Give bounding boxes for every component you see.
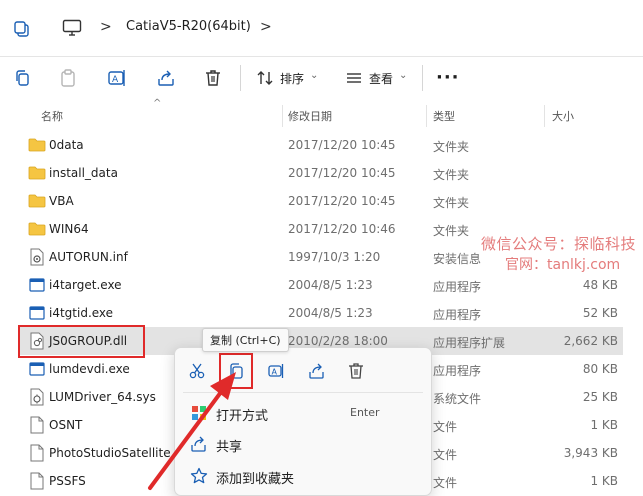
file-size: 25 KB [582,390,618,404]
file-type: 应用程序 [433,364,482,378]
column-divider[interactable] [282,105,283,127]
view-icon[interactable] [344,68,364,88]
column-divider[interactable] [544,105,545,127]
blank-file-icon [28,444,46,462]
share-icon[interactable] [308,362,326,380]
address-bar: > CatiaV5-R20(64bit) > [0,0,643,57]
file-name: i4target.exe [49,278,122,292]
view-caret-icon: ⌄ [399,70,408,81]
file-size: 3,943 KB [563,446,618,460]
column-name[interactable]: 名称 [41,108,63,124]
file-size: 2,662 KB [563,334,618,348]
file-name: 0data [49,138,84,152]
open-with-shortcut: Enter [350,406,380,419]
file-type: 应用程序扩展 [433,336,506,350]
sys-file-icon [28,388,46,406]
file-date: 1997/10/3 1:20 [288,250,381,264]
file-type: 文件 [433,448,458,462]
table-row[interactable]: 0data 2017/12/20 10:45 文件夹 [0,131,643,159]
file-name: lumdevdi.exe [49,362,130,376]
file-name: AUTORUN.inf [49,250,128,264]
share-icon[interactable] [156,68,176,88]
file-type: 应用程序 [433,308,482,322]
rename-icon[interactable]: A [267,362,285,380]
folder-icon [28,136,46,154]
folder-icon [28,192,46,210]
annotation-arrow [148,372,236,490]
file-name: OSNT [49,418,83,432]
column-header: ^ 名称 修改日期 类型 大小 [0,98,643,129]
breadcrumb-current-folder[interactable]: CatiaV5-R20(64bit) [126,19,251,34]
file-type: 文件夹 [433,168,470,182]
svg-text:A: A [112,75,119,85]
column-divider[interactable] [426,105,427,127]
toolbar-divider [240,65,241,91]
toolbar-divider [422,65,423,91]
command-bar: A 排序 ⌄ 查看 ⌄ ··· [0,57,643,99]
watermark-line2: 官网：tanlkj.com [505,257,621,273]
sort-button[interactable]: 排序 [280,70,304,87]
blank-file-icon [28,472,46,490]
file-type: 文件 [433,476,458,490]
file-name: VBA [49,194,74,208]
table-row[interactable]: i4tgtid.exe 2004/8/5 1:23 应用程序 52 KB [0,299,643,327]
delete-icon[interactable] [203,68,223,88]
column-size[interactable]: 大小 [552,108,574,124]
copy-tooltip: 复制 (Ctrl+C) [202,328,289,352]
file-date: 2010/2/28 18:00 [288,334,388,348]
folder-icon [28,220,46,238]
file-name: install_data [49,166,118,180]
file-date: 2017/12/20 10:45 [288,138,396,152]
file-name: i4tgtid.exe [49,306,114,320]
sort-indicator-icon: ^ [153,98,162,109]
file-size: 1 KB [590,474,618,488]
blank-file-icon [28,416,46,434]
table-row[interactable]: i4target.exe 2004/8/5 1:23 应用程序 48 KB [0,271,643,299]
file-size: 48 KB [582,278,618,292]
this-pc-icon[interactable] [62,19,82,37]
exe-icon [28,304,46,322]
file-date: 2017/12/20 10:45 [288,194,396,208]
svg-text:A: A [272,368,278,377]
file-type: 文件夹 [433,140,470,154]
file-date: 2004/8/5 1:23 [288,278,373,292]
file-type: 文件 [433,420,458,434]
file-size: 52 KB [582,306,618,320]
settings-file-icon [28,248,46,266]
breadcrumb-chevron[interactable]: > [100,19,112,35]
file-type: 系统文件 [433,392,482,406]
column-type[interactable]: 类型 [433,108,455,124]
file-size: 80 KB [582,362,618,376]
table-row[interactable]: install_data 2017/12/20 10:45 文件夹 [0,159,643,187]
more-options-button[interactable]: ··· [436,67,460,88]
breadcrumb-chevron-end[interactable]: > [260,19,272,35]
watermark-line1: 微信公众号：探临科技 [481,235,637,253]
paste-icon[interactable] [58,68,78,88]
file-type: 文件夹 [433,224,470,238]
view-button[interactable]: 查看 [369,70,393,87]
sort-caret-icon: ⌄ [310,70,319,81]
file-name: PSSFS [49,474,86,488]
file-name: WIN64 [49,222,89,236]
delete-icon[interactable] [347,362,365,380]
folder-icon [28,164,46,182]
copy-path-icon[interactable] [12,19,32,39]
file-date: 2004/8/5 1:23 [288,306,373,320]
file-type: 安装信息 [433,252,482,266]
sort-icon[interactable] [255,68,275,88]
exe-icon [28,276,46,294]
file-size: 1 KB [590,418,618,432]
file-date: 2017/12/20 10:45 [288,166,396,180]
copy-icon[interactable] [12,68,32,88]
exe-icon [28,360,46,378]
file-type: 应用程序 [433,280,482,294]
column-date[interactable]: 修改日期 [288,108,332,124]
annotation-highlight-box [18,325,145,358]
rename-icon[interactable]: A [107,68,127,88]
file-date: 2017/12/20 10:46 [288,222,396,236]
file-type: 文件夹 [433,196,470,210]
table-row[interactable]: VBA 2017/12/20 10:45 文件夹 [0,187,643,215]
